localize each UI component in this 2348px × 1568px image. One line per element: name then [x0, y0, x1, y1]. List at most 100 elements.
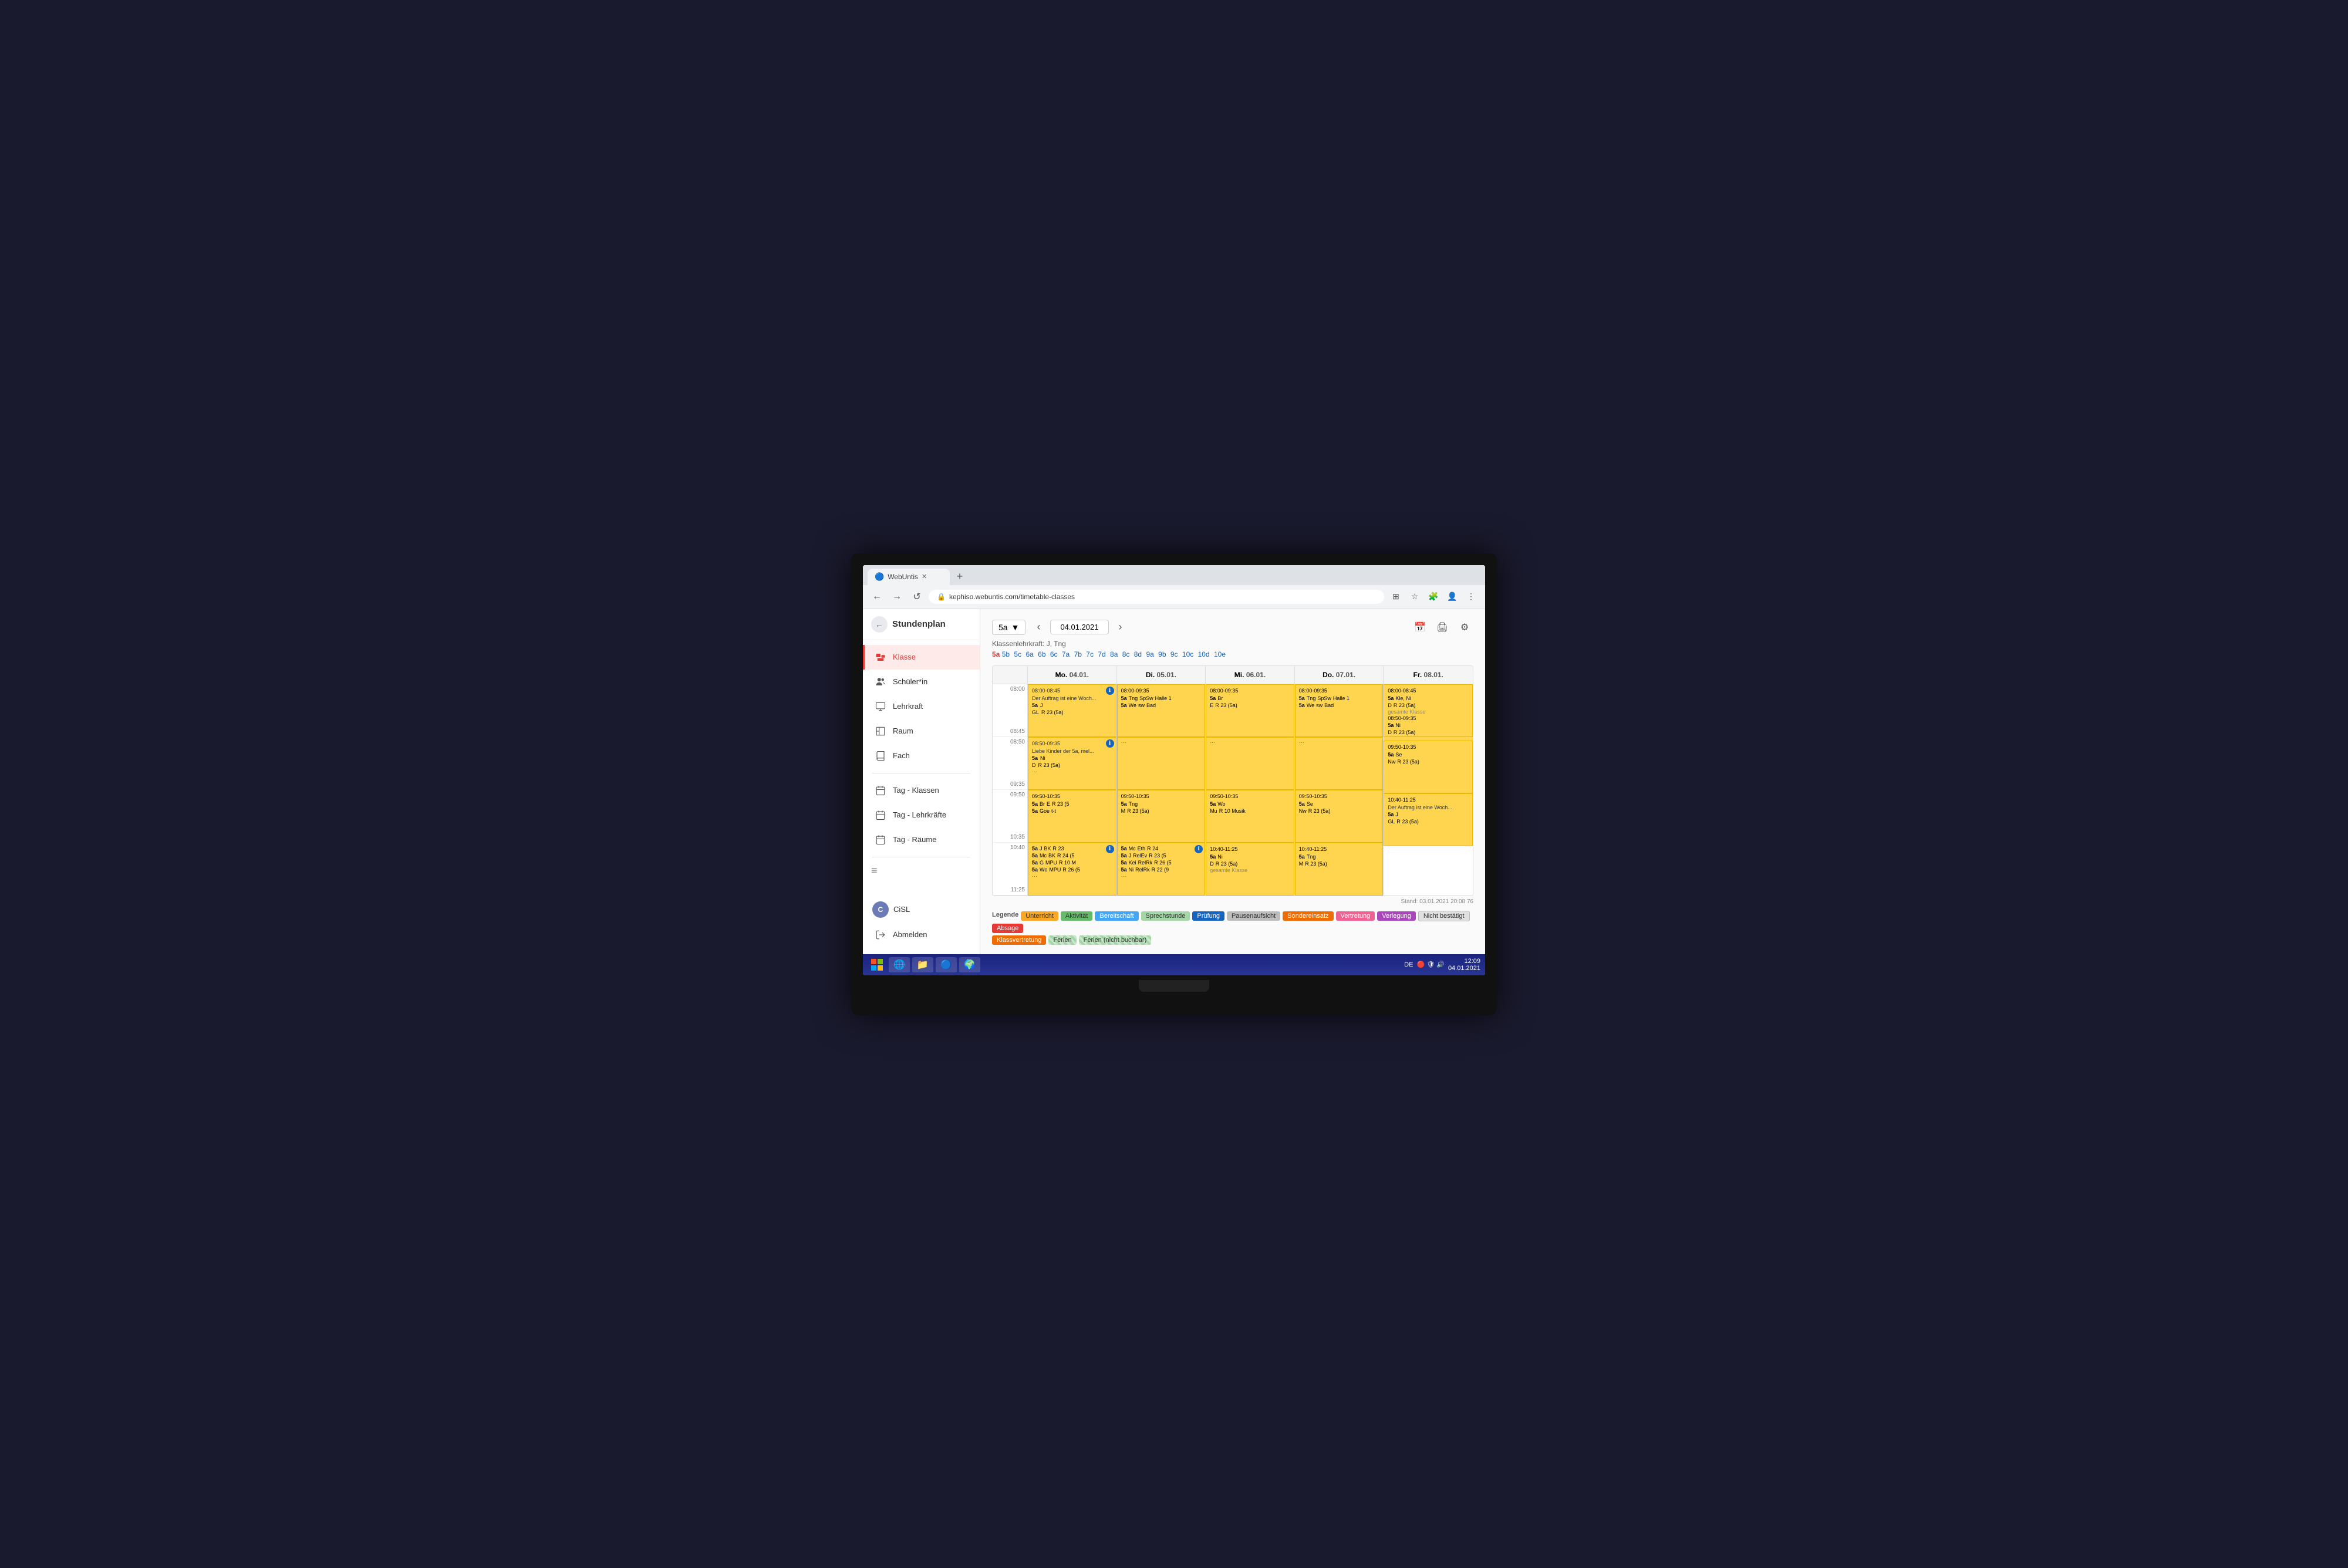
settings-icon-button[interactable]: ⚙ — [1456, 619, 1473, 636]
tab-title: WebUntis — [888, 573, 918, 581]
navigation-bar: ← → ↺ 🔒 kephiso.webuntis.com/timetable-c… — [863, 585, 1485, 609]
tag-klassen-icon — [874, 784, 887, 797]
sidebar-item-abmelden[interactable]: Abmelden — [872, 922, 970, 947]
timetable-container: Mo. 04.01. Di. 05.01. Mi. 06.01. Do. 07.… — [992, 665, 1473, 896]
legend-verlegung: Verlegung — [1377, 911, 1416, 921]
calendar-icon-button[interactable]: 📅 — [1411, 619, 1429, 636]
legend-pausenaufsicht: Pausenaufsicht — [1227, 911, 1280, 921]
active-tab[interactable]: 🔵 WebUntis ✕ — [868, 569, 950, 585]
user-initial: C — [878, 905, 883, 914]
di-slot-3[interactable]: 09:50-10:35 5aTng MR 23 (5a) — [1117, 790, 1206, 843]
class-link-5b[interactable]: 5b — [1002, 650, 1010, 658]
class-link-7d[interactable]: 7d — [1098, 650, 1105, 658]
mi-slot-3[interactable]: 09:50-10:35 5aWo MuR 10 Musik — [1206, 790, 1294, 843]
day-header-fr: Fr. 08.01. — [1384, 666, 1473, 684]
username-label: CiSL — [893, 905, 910, 914]
class-selector-dropdown[interactable]: 5a ▼ — [992, 620, 1025, 635]
day-header-do: Do. 07.01. — [1295, 666, 1384, 684]
class-link-6a[interactable]: 6a — [1025, 650, 1033, 658]
address-text: kephiso.webuntis.com/timetable-classes — [949, 593, 1075, 601]
sidebar-item-raum[interactable]: Raum — [863, 719, 980, 744]
menu-icon[interactable]: ⋮ — [1463, 589, 1479, 605]
do-slot-4[interactable]: 10:40-11:25 5aTng MR 23 (5a) — [1295, 843, 1384, 895]
di-slot-4[interactable]: 5aMcEthR 24 ℹ 5aJRelEvR 23 (5 5aKeiRelRk… — [1117, 843, 1206, 895]
translate-icon[interactable]: ⊞ — [1388, 589, 1404, 605]
do-slot-3[interactable]: 09:50-10:35 5aSe NwR 23 (5a) — [1295, 790, 1384, 843]
di-slot-4-info-btn[interactable]: ℹ — [1195, 845, 1203, 853]
fr-slot-1[interactable]: 08:00-08:45 5aKle, Ni DR 23 (5a) gesamte… — [1384, 684, 1473, 737]
class-link-6b[interactable]: 6b — [1038, 650, 1045, 658]
main-content: 5a ▼ ‹ 04.01.2021 › 📅 🖨 ⚙ Klas — [980, 609, 1485, 954]
taskbar-date: 04.01.2021 — [1448, 965, 1480, 972]
mo-slot-2-info-btn[interactable]: ℹ — [1106, 739, 1114, 748]
current-date-display: 04.01.2021 — [1050, 620, 1108, 634]
di-slot-1[interactable]: 08:00-09:35 5aTngSpSwHalle 1 5aWeswBad — [1117, 684, 1206, 737]
class-link-6c[interactable]: 6c — [1050, 650, 1058, 658]
legend-section: Legende Unterricht Aktivität Bereitschaf… — [992, 911, 1473, 945]
mo-slot-1[interactable]: 08:00-08:45 ℹ Der Auftrag ist eine Woch.… — [1028, 684, 1116, 737]
mo-slot-1-info-btn[interactable]: ℹ — [1106, 687, 1114, 695]
time-column: 08:00 08:45 08:50 09:35 09:50 10:35 — [993, 684, 1028, 895]
sidebar-item-tag-raeume[interactable]: Tag - Räume — [863, 827, 980, 852]
class-link-8c[interactable]: 8c — [1122, 650, 1130, 658]
taskbar-ie-icon[interactable]: 🌐 — [889, 957, 910, 972]
time-slot-4: 10:40 11:25 — [993, 843, 1027, 895]
extensions-icon[interactable]: 🧩 — [1425, 589, 1442, 605]
time-slot-1: 08:00 08:45 — [993, 684, 1027, 737]
class-link-8d[interactable]: 8d — [1134, 650, 1142, 658]
legend-klassvertretung: Klassvertretung — [992, 935, 1046, 945]
class-link-9c[interactable]: 9c — [1170, 650, 1178, 658]
schueler-icon — [874, 675, 887, 688]
mi-slot-1[interactable]: 08:00-09:35 5aBr ER 23 (5a) — [1206, 684, 1294, 737]
sidebar-back-button[interactable]: ← — [871, 616, 888, 633]
sidebar-item-fach[interactable]: Fach — [863, 744, 980, 768]
class-link-10c[interactable]: 10c — [1182, 650, 1193, 658]
taskbar-chrome-icon[interactable]: 🔵 — [936, 957, 957, 972]
mo-slot-3[interactable]: 09:50-10:35 5aBrER 23 (5 5aGoet-t — [1028, 790, 1116, 843]
class-selected-value: 5a — [998, 623, 1008, 632]
klasse-icon — [874, 651, 887, 664]
next-week-button[interactable]: › — [1112, 619, 1129, 636]
fr-slot-3[interactable]: 09:50-10:35 5aSe NwR 23 (5a) — [1384, 741, 1473, 793]
logout-label: Abmelden — [893, 930, 927, 939]
new-tab-button[interactable]: + — [952, 569, 967, 584]
fr-slot-4[interactable]: 10:40-11:25 Der Auftrag ist eine Woch...… — [1384, 793, 1473, 846]
sidebar-item-tag-lehrkraefte[interactable]: Tag - Lehrkräfte — [863, 803, 980, 827]
class-link-5c[interactable]: 5c — [1014, 650, 1021, 658]
address-bar[interactable]: 🔒 kephiso.webuntis.com/timetable-classes — [929, 590, 1384, 604]
class-link-9a[interactable]: 9a — [1146, 650, 1153, 658]
class-link-7c[interactable]: 7c — [1086, 650, 1094, 658]
windows-start-button[interactable] — [868, 955, 886, 974]
class-link-9b[interactable]: 9b — [1158, 650, 1166, 658]
sidebar-item-schueler[interactable]: Schüler*in — [863, 670, 980, 694]
browser-chrome: 🔵 WebUntis ✕ + ← → ↺ 🔒 kephiso.webuntis.… — [863, 565, 1485, 609]
print-icon-button[interactable]: 🖨 — [1433, 619, 1451, 636]
sidebar-item-tag-klassen[interactable]: Tag - Klassen — [863, 778, 980, 803]
tab-close-button[interactable]: ✕ — [922, 573, 927, 580]
taskbar-explorer-icon[interactable]: 📁 — [912, 957, 933, 972]
reload-button[interactable]: ↺ — [909, 589, 925, 605]
monitor-frame: 🔵 WebUntis ✕ + ← → ↺ 🔒 kephiso.webuntis.… — [851, 553, 1497, 1015]
bookmark-icon[interactable]: ☆ — [1406, 589, 1423, 605]
mo-slot-2[interactable]: 08:50-09:35 ℹ Liebe Kinder der 5a, mel..… — [1028, 737, 1116, 790]
back-button[interactable]: ← — [869, 589, 885, 605]
class-link-8a[interactable]: 8a — [1110, 650, 1118, 658]
taskbar-browser-active[interactable]: 🌍 — [959, 957, 980, 972]
mi-slot-4[interactable]: 10:40-11:25 5aNi DR 23 (5a) gesamte Klas… — [1206, 843, 1294, 895]
do-slot-1[interactable]: 08:00-09:35 5aTngSpSwHalle 1 5aWeswBad — [1295, 684, 1384, 737]
class-link-10e[interactable]: 10e — [1214, 650, 1226, 658]
user-profile-item[interactable]: C CiSL — [872, 897, 970, 922]
sidebar-item-lehrkraft[interactable]: Lehrkraft — [863, 694, 980, 719]
sidebar-item-klasse[interactable]: Klasse — [863, 645, 980, 670]
mo-slot-4[interactable]: 5aJBKR 23 ℹ 5aMcBKR 24 (5 5aGMPUR 10 M — [1028, 843, 1116, 895]
timetable-body: 08:00 08:45 08:50 09:35 09:50 10:35 — [993, 684, 1473, 895]
prev-week-button[interactable]: ‹ — [1030, 619, 1047, 636]
class-link-7a[interactable]: 7a — [1062, 650, 1070, 658]
class-link-10d[interactable]: 10d — [1198, 650, 1210, 658]
forward-button[interactable]: → — [889, 589, 905, 605]
active-class-link[interactable]: 5a — [992, 650, 1000, 658]
account-icon[interactable]: 👤 — [1444, 589, 1460, 605]
class-link-7b[interactable]: 7b — [1074, 650, 1082, 658]
mo-slot-4-info-btn[interactable]: ℹ — [1106, 845, 1114, 853]
time-slot-3: 09:50 10:35 — [993, 790, 1027, 843]
